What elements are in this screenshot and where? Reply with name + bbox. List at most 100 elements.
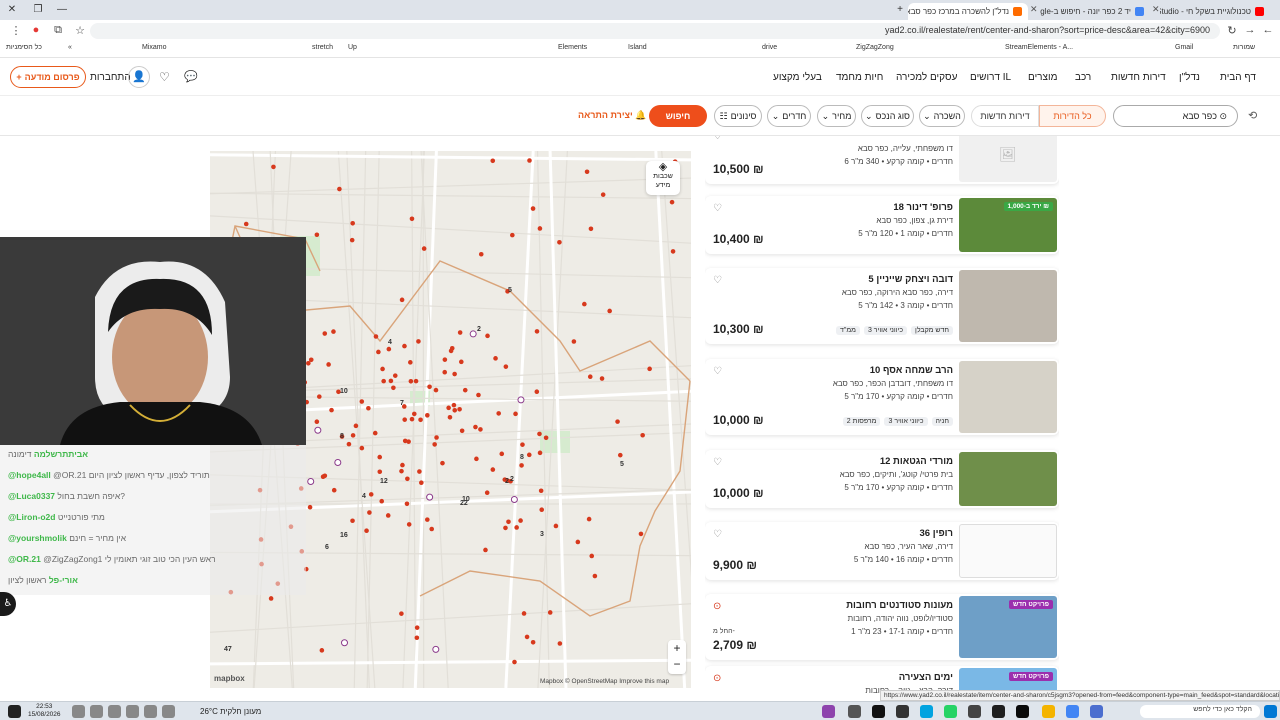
cluster-count-label[interactable]: 2 xyxy=(510,476,514,483)
listing-marker[interactable] xyxy=(359,399,365,404)
tray-icon[interactable] xyxy=(144,705,157,718)
listing-marker[interactable] xyxy=(426,493,434,501)
cluster-count-label[interactable]: 5 xyxy=(620,461,624,468)
search-button[interactable]: חיפוש xyxy=(649,105,707,127)
back-icon[interactable]: ← xyxy=(1260,24,1276,36)
listing-marker[interactable] xyxy=(483,547,488,553)
tray-icon[interactable] xyxy=(162,705,175,718)
listing-card[interactable]: רופין 36 דירה, שאר העיר, כפר סבא 5 חדרים •… xyxy=(705,522,1059,580)
listing-marker[interactable] xyxy=(386,346,392,352)
listing-marker[interactable] xyxy=(638,531,644,537)
app-icon[interactable] xyxy=(896,705,909,718)
listing-marker[interactable] xyxy=(640,432,645,438)
listing-marker[interactable] xyxy=(408,360,413,365)
listing-photo[interactable] xyxy=(959,524,1057,578)
listing-marker[interactable] xyxy=(429,526,435,532)
listing-marker[interactable] xyxy=(346,441,352,447)
bookmark-island[interactable]: Island xyxy=(628,44,647,51)
listing-marker[interactable] xyxy=(478,427,483,432)
listing-marker[interactable] xyxy=(478,251,484,257)
listing-marker[interactable] xyxy=(476,392,481,398)
listing-marker[interactable] xyxy=(314,232,320,238)
nav-home[interactable]: דף הבית xyxy=(1220,72,1256,83)
listing-marker[interactable] xyxy=(334,459,342,467)
listing-marker[interactable] xyxy=(353,423,359,429)
listing-marker[interactable] xyxy=(404,501,410,507)
listing-marker[interactable] xyxy=(571,339,577,344)
listing-marker[interactable] xyxy=(584,169,590,175)
listing-marker[interactable] xyxy=(380,366,385,372)
profile-icon[interactable]: ● xyxy=(28,24,44,36)
history-icon[interactable]: ⟲ xyxy=(1248,109,1257,122)
listing-marker[interactable] xyxy=(402,438,408,444)
listing-marker[interactable] xyxy=(524,634,530,640)
listing-card[interactable]: פרויקט חדש מעונות סטודנטים רחובות סטודיו/ל… xyxy=(705,594,1059,660)
listing-marker[interactable] xyxy=(416,339,421,344)
tab-yad2[interactable]: נדל"ן להשכרה במרכז כפר סבא | יד2 xyxy=(908,3,1028,20)
forward-icon[interactable]: → xyxy=(1242,24,1258,36)
favorite-heart-icon[interactable]: ♡ xyxy=(713,529,722,540)
listing-marker[interactable] xyxy=(607,308,612,314)
bookmark-star-icon[interactable]: ☆ xyxy=(72,24,88,37)
listing-marker[interactable] xyxy=(543,435,549,441)
segment-all-apartments[interactable]: כל הדירות xyxy=(1039,105,1106,127)
listing-marker[interactable] xyxy=(316,394,322,399)
listing-marker[interactable] xyxy=(521,611,527,616)
folder-icon[interactable] xyxy=(1042,705,1055,718)
listing-marker[interactable] xyxy=(271,164,276,170)
rooms-dropdown[interactable]: ⌄ חדרים xyxy=(767,105,811,127)
listing-marker[interactable] xyxy=(379,498,385,504)
listing-marker[interactable] xyxy=(377,454,383,460)
property-type-dropdown[interactable]: ⌄ סוג הנכס xyxy=(861,105,914,127)
nav-pets[interactable]: חיות מחמד xyxy=(836,72,883,83)
listing-marker[interactable] xyxy=(331,329,336,334)
listing-marker[interactable] xyxy=(513,411,518,417)
cluster-count-label[interactable]: 2 xyxy=(505,478,509,485)
listing-marker[interactable] xyxy=(409,216,415,222)
listing-marker[interactable] xyxy=(350,220,355,226)
listing-marker[interactable] xyxy=(582,301,587,307)
listing-marker[interactable] xyxy=(588,226,594,232)
bookmark-stretch[interactable]: stretch xyxy=(312,44,333,51)
listing-marker[interactable] xyxy=(530,639,536,645)
listing-marker[interactable] xyxy=(434,435,439,440)
tab-google[interactable]: יד 2 כפר יונה - חיפוש ב-Google xyxy=(1040,3,1150,20)
listing-photo[interactable] xyxy=(959,361,1057,433)
listing-marker[interactable] xyxy=(359,445,365,451)
listing-marker[interactable] xyxy=(391,385,396,391)
login-link[interactable]: התחברות xyxy=(90,72,131,83)
nav-cars[interactable]: רכב xyxy=(1075,72,1091,83)
listing-marker[interactable] xyxy=(547,610,553,615)
listing-marker[interactable] xyxy=(376,349,381,355)
cluster-count-label[interactable]: 12 xyxy=(380,478,388,485)
listing-marker[interactable] xyxy=(392,373,398,378)
restore-window-icon[interactable]: ❐ xyxy=(30,4,46,15)
listing-marker[interactable] xyxy=(322,473,328,479)
tray-icon[interactable] xyxy=(126,705,139,718)
listing-marker[interactable] xyxy=(418,417,423,423)
cluster-count-label[interactable]: 47 xyxy=(224,646,232,653)
taskbar-search[interactable]: הקלד כאן כדי לחפש xyxy=(1140,705,1260,718)
listing-marker[interactable] xyxy=(381,378,386,384)
listing-marker[interactable] xyxy=(517,396,525,404)
listing-marker[interactable] xyxy=(306,360,311,366)
listing-marker[interactable] xyxy=(586,516,592,522)
favorite-heart-icon[interactable]: ⊙ xyxy=(713,673,721,684)
listing-marker[interactable] xyxy=(350,433,356,438)
listing-marker[interactable] xyxy=(518,518,523,523)
listing-marker[interactable] xyxy=(510,232,515,238)
listing-marker[interactable] xyxy=(670,249,676,254)
favorite-heart-icon[interactable]: ⊙ xyxy=(713,601,721,612)
listing-marker[interactable] xyxy=(592,573,598,579)
listing-marker[interactable] xyxy=(402,343,407,349)
deal-type-dropdown[interactable]: ⌄ השכרה xyxy=(919,105,965,127)
epic-icon[interactable] xyxy=(1016,705,1029,718)
bookmark-streamelements[interactable]: StreamElements - A... xyxy=(1005,44,1073,51)
listing-marker[interactable] xyxy=(446,405,451,411)
map-attribution[interactable]: Mapbox © OpenStreetMap Improve this map xyxy=(540,678,669,685)
price-dropdown[interactable]: ⌄ מחיר xyxy=(817,105,856,127)
bookmark-all[interactable]: כל הסימניות xyxy=(6,44,42,51)
listing-marker[interactable] xyxy=(485,333,490,339)
listing-marker[interactable] xyxy=(519,463,524,468)
listing-photo[interactable]: ירד ב-1,000 ₪ xyxy=(959,198,1057,252)
